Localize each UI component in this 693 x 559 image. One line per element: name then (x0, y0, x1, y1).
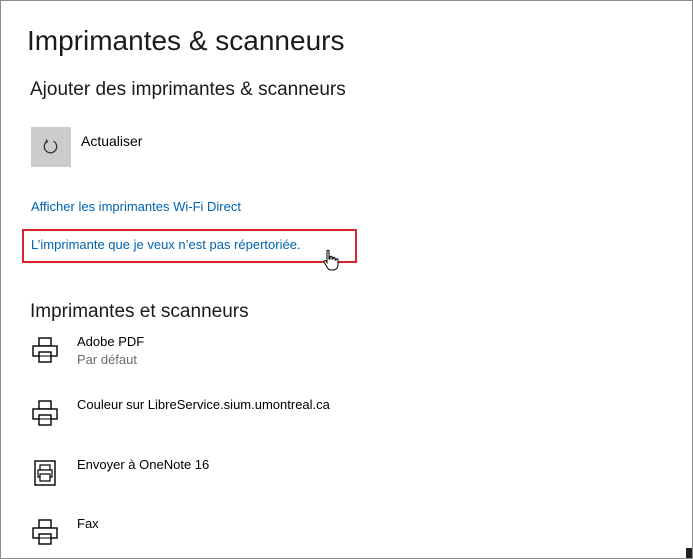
printer-item-fax[interactable]: Fax (29, 516, 449, 558)
printer-item-adobe-pdf[interactable]: Adobe PDF Par défaut (29, 334, 449, 380)
printer-name: Envoyer à OneNote 16 (77, 457, 210, 472)
printer-icon (32, 519, 58, 545)
refresh-icon (43, 139, 58, 154)
refresh-label[interactable]: Actualiser (81, 133, 142, 149)
printer-name: Adobe PDF (77, 334, 145, 349)
printers-section-title: Imprimantes et scanneurs (30, 301, 249, 322)
hand-cursor-icon (323, 249, 339, 271)
printer-name: Fax (77, 516, 99, 531)
page-title: Imprimantes & scanneurs (27, 25, 345, 56)
corner-artifact (686, 548, 692, 558)
onenote-printer-icon (34, 460, 56, 486)
printer-status: Par défaut (77, 352, 137, 367)
printer-name: Couleur sur LibreService.sium.umontreal.… (77, 397, 330, 412)
highlight-annotation-box (22, 229, 357, 263)
settings-window: Imprimantes & scanneurs Ajouter des impr… (0, 0, 693, 559)
add-section-title: Ajouter des imprimantes & scanneurs (30, 79, 346, 100)
refresh-button[interactable] (31, 127, 71, 167)
wifi-direct-link[interactable]: Afficher les imprimantes Wi-Fi Direct (31, 199, 241, 214)
printer-item-libreservice[interactable]: Couleur sur LibreService.sium.umontreal.… (29, 397, 449, 443)
printer-icon (32, 337, 58, 363)
printer-item-onenote[interactable]: Envoyer à OneNote 16 (29, 457, 449, 503)
printer-icon (32, 400, 58, 426)
